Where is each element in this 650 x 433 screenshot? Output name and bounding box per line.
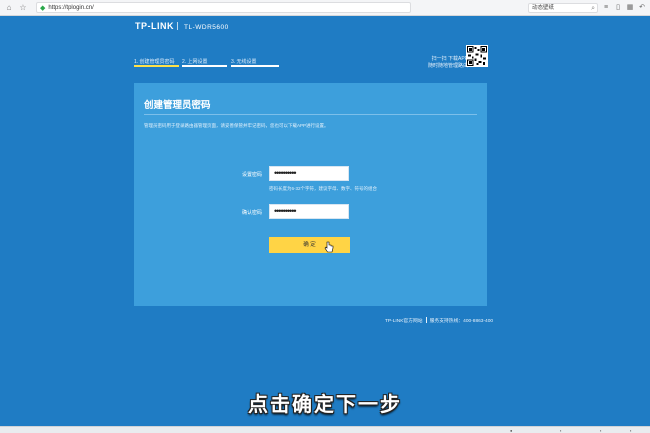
- step-3-label: 3. 无线设置: [231, 59, 257, 65]
- card-description: 管理员密码用于登录路由器管理页面，请妥善保管并牢记密码，您也可以下载APP进行设…: [144, 123, 329, 128]
- brand-separator: [177, 22, 178, 30]
- undo-icon[interactable]: ↶: [638, 4, 646, 12]
- search-icon[interactable]: ⌕: [591, 4, 595, 13]
- password-input[interactable]: ••••••••••: [269, 166, 349, 181]
- router-model: TL-WDR5600: [184, 24, 229, 31]
- video-subtitle: 点击确定下一步: [248, 392, 402, 416]
- confirm-button[interactable]: 确 定: [269, 237, 350, 253]
- home-icon[interactable]: ⌂: [4, 3, 14, 13]
- card-title: 创建管理员密码: [144, 100, 211, 111]
- address-bar[interactable]: ◆ https://tplogin.cn/: [36, 2, 411, 13]
- status-icon-b: ▪: [600, 428, 602, 433]
- status-bar: ● ▪ ▪ ▪: [0, 426, 650, 433]
- confirm-password-input[interactable]: ••••••••••: [269, 204, 349, 219]
- page-footer: TP-LINK官方网站 服务支持热线：400-8863-400: [385, 317, 493, 324]
- favorite-star-icon[interactable]: ☆: [18, 3, 28, 13]
- status-icon-green: ●: [510, 428, 513, 433]
- support-hotline: 服务支持热线：400-8863-400: [429, 319, 494, 324]
- password-label: 设置密码: [241, 172, 262, 178]
- hand-cursor-icon: [324, 241, 334, 253]
- url-text: https://tplogin.cn/: [48, 4, 94, 11]
- step-1-label: 1. 创建管理员密码: [134, 59, 175, 65]
- qr-code-icon: [466, 45, 488, 67]
- step-2-bar: [182, 65, 227, 67]
- app-download-text: 扫一扫 下载APP 随时随地管理路由: [428, 56, 468, 70]
- step-1-bar: [134, 65, 179, 67]
- footer-separator: [425, 317, 427, 323]
- browser-search-input[interactable]: 动态壁纸 ⌕: [528, 3, 598, 13]
- browser-toolbar: ⌂ ☆ ◆ https://tplogin.cn/ 动态壁纸 ⌕ ≡ ▯ ▦ ↶: [0, 0, 650, 16]
- step-3-bar: [231, 65, 279, 67]
- setup-card: 创建管理员密码 管理员密码用于登录路由器管理页面，请妥善保管并牢记密码，您也可以…: [134, 83, 487, 306]
- confirm-password-label: 确认密码: [241, 210, 262, 216]
- search-text: 动态壁纸: [532, 5, 555, 11]
- brand-logo: TP-LINK: [135, 21, 174, 31]
- password-hint: 密码长度为6-32个字符，建议字母、数字、符号的组合: [269, 186, 378, 191]
- brand-header: TP-LINK TL-WDR5600: [135, 21, 229, 31]
- status-icon-c: ▪: [630, 428, 632, 433]
- mobile-icon[interactable]: ▯: [614, 4, 622, 12]
- router-setup-page: TP-LINK TL-WDR5600 1. 创建管理员密码 2. 上网设置 3. …: [0, 16, 650, 433]
- app-text-line2: 随时随地管理路由: [428, 63, 469, 69]
- step-2-label: 2. 上网设置: [182, 59, 208, 65]
- menu-icon[interactable]: ≡: [602, 4, 610, 12]
- status-icon-a: ▪: [560, 428, 562, 433]
- app-text-line1: 扫一扫 下载APP: [431, 56, 469, 62]
- grid-icon[interactable]: ▦: [626, 4, 634, 12]
- card-divider: [144, 114, 477, 115]
- official-site-link[interactable]: TP-LINK官方网站: [385, 319, 423, 324]
- secure-shield-icon: ◆: [40, 4, 46, 12]
